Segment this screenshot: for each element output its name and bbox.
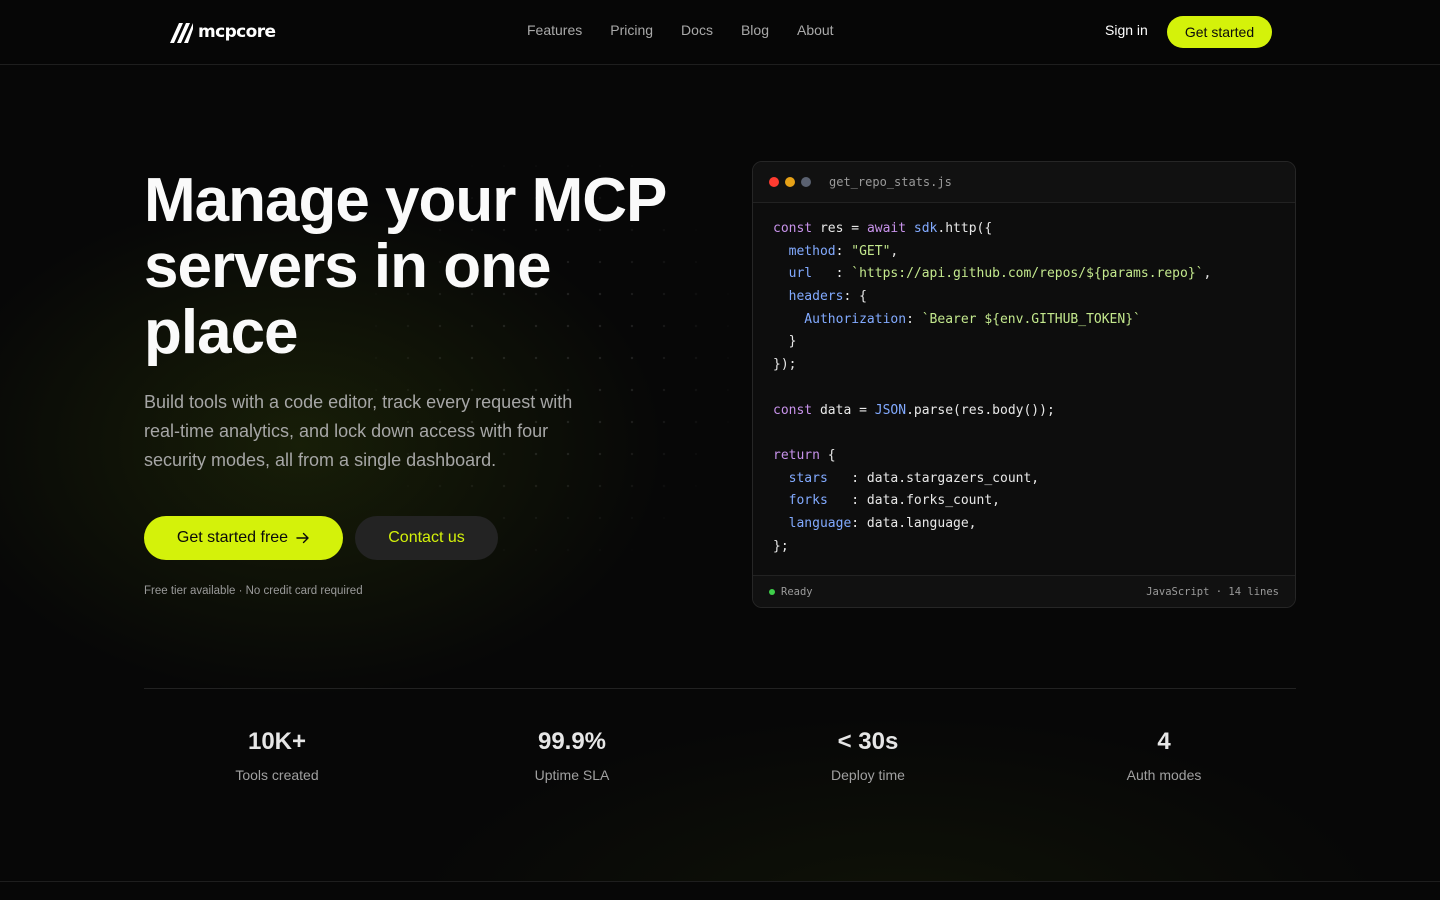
code-line: forks : data.forks_count, [773, 493, 1000, 509]
nav-links: Features Pricing Docs Blog About [527, 22, 834, 38]
mcpcore-logo-icon [170, 23, 193, 43]
code-line: language: data.language, [773, 515, 977, 531]
editor-status: Ready [769, 586, 813, 598]
close-dot-icon [769, 177, 779, 187]
code-line: headers: { [773, 289, 867, 305]
editor-status-text: Ready [781, 585, 813, 598]
nav-link-about[interactable]: About [797, 22, 834, 38]
minimize-dot-icon [785, 177, 795, 187]
stats-divider [144, 688, 1296, 689]
stat-label: Tools created [235, 767, 319, 783]
editor-filename: get_repo_stats.js [829, 175, 952, 189]
code-content[interactable]: const res = await sdk.http({ method: "GE… [773, 218, 1211, 558]
code-line: } [773, 334, 797, 350]
free-tier-note: Free tier available · No credit card req… [144, 585, 363, 597]
get-started-button[interactable]: Get started [1167, 16, 1272, 48]
status-dot-icon [769, 588, 775, 595]
footer-divider [0, 881, 1440, 882]
code-line: Authorization: `Bearer ${env.GITHUB_TOKE… [773, 311, 1141, 327]
stat-label: Deploy time [831, 767, 905, 783]
stat-label: Uptime SLA [534, 767, 610, 783]
editor-meta: JavaScript · 14 lines [1146, 585, 1279, 598]
logo[interactable]: mcpcore [168, 19, 276, 45]
stat-tools-created: 10K+ Tools created [177, 728, 377, 783]
nav-link-blog[interactable]: Blog [741, 22, 769, 38]
code-line: return { [773, 447, 836, 463]
stat-value: < 30s [837, 728, 899, 755]
stat-value: 10K+ [247, 728, 307, 755]
get-started-free-label: Get started free [176, 529, 289, 546]
code-line: }); [773, 357, 797, 373]
nav-link-pricing[interactable]: Pricing [610, 22, 653, 38]
sign-in-link[interactable]: Sign in [1105, 22, 1148, 38]
hero-subtext: Build tools with a code editor, track ev… [144, 392, 573, 470]
code-line: url : `https://api.github.com/repos/${pa… [773, 266, 1212, 282]
stat-uptime-sla: 99.9% Uptime SLA [472, 728, 672, 783]
code-line: }; [773, 538, 789, 554]
maximize-dot-icon [801, 177, 811, 187]
code-line: method: "GET", [773, 243, 899, 259]
get-started-free-button[interactable]: Get started free [144, 516, 343, 560]
code-line: const data = JSON.parse(res.body()); [773, 402, 1055, 418]
nav-link-features[interactable]: Features [527, 22, 582, 38]
editor-statusbar: Ready JavaScript · 14 lines [753, 575, 1295, 607]
top-nav: mcpcore Features Pricing Docs Blog About… [0, 0, 1440, 65]
code-line: const res = await sdk.http({ [773, 221, 993, 236]
stat-value: 4 [1157, 728, 1171, 755]
editor-titlebar: get_repo_stats.js [753, 162, 1295, 203]
brand-name: mcpcore [198, 22, 276, 42]
stat-deploy-time: < 30s Deploy time [768, 728, 968, 783]
stat-label: Auth modes [1126, 767, 1202, 783]
stat-value: 99.9% [537, 728, 607, 755]
arrow-right-icon [296, 532, 309, 544]
contact-us-button[interactable]: Contact us [355, 516, 498, 560]
hero-headline: Manage your MCP servers in one place [144, 166, 666, 367]
stat-auth-modes: 4 Auth modes [1064, 728, 1264, 783]
nav-link-docs[interactable]: Docs [681, 22, 713, 38]
code-editor-window: get_repo_stats.js const res = await sdk.… [752, 161, 1296, 608]
code-line: stars : data.stargazers_count, [773, 470, 1040, 486]
